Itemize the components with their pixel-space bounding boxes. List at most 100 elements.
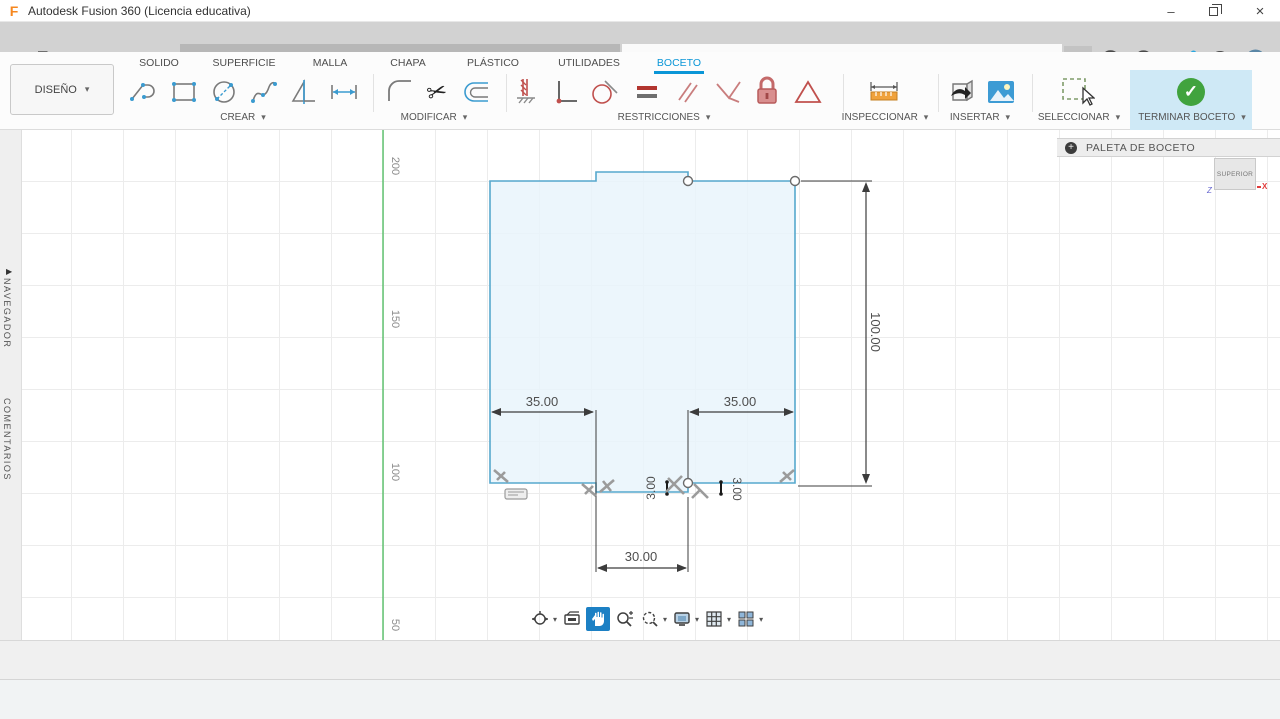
zoom-window-icon [642,611,658,627]
viewports-button[interactable] [734,607,758,631]
pan-hand-icon [592,611,605,626]
tab-plastico[interactable]: PLÁSTICO [460,54,526,72]
axis-z-label: Z [1207,186,1212,195]
select-icon [1062,78,1095,106]
equal-constraint-icon [637,86,657,98]
constraint-perpendicular[interactable] [548,74,584,110]
expand-plus-icon[interactable]: + [1065,141,1077,154]
tab-chapa[interactable]: CHAPA [380,54,436,72]
check-icon: ✓ [1177,78,1205,106]
tool-fillet[interactable] [382,74,418,110]
sidebar-tab-comentarios[interactable]: COMENTARIOS [2,398,12,481]
tool-line[interactable] [125,74,161,110]
tool-insert-derive[interactable] [943,74,979,110]
tab-solido[interactable]: SOLIDO [130,54,188,72]
chevron-down-icon[interactable]: ▾ [727,615,731,624]
workspace-selector-button[interactable]: DISEÑO ▾ [10,64,114,115]
dimension-width-right[interactable]: 35.00 [724,394,757,409]
pan-button[interactable] [586,607,611,631]
tool-rectangle[interactable] [166,74,202,110]
tool-sketch-dimension[interactable] [326,74,362,110]
group-seleccionar[interactable]: SELECCIONAR ▾ [1034,112,1124,123]
finish-sketch-button[interactable]: ✓ [1173,74,1209,110]
tool-circle[interactable] [206,74,242,110]
dimension-height[interactable]: 100.00 [868,312,883,352]
constraint-tangent[interactable] [587,74,623,110]
dimension-tab-left[interactable]: 3.00 [644,476,658,500]
view-cube[interactable]: SUPERIOR [1214,158,1256,190]
dimension-bottom-width[interactable]: 30.00 [625,549,658,564]
grid-settings-button[interactable] [702,607,726,631]
dimension-width-left[interactable]: 35.00 [526,394,559,409]
group-crear[interactable]: CREAR ▾ [210,112,276,123]
chevron-down-icon: ▾ [923,112,929,122]
timeline-bar: ◀ ◀ ▶ ▶ ▶ [0,640,1280,679]
group-restricciones[interactable]: RESTRICCIONES ▾ [614,112,714,123]
tool-spline[interactable] [246,74,282,110]
tool-offset[interactable] [458,74,494,110]
tangent-constraint-icon [592,80,618,104]
perpendicular-glyph[interactable] [581,483,597,497]
dimension-arrow [597,564,607,572]
tool-measure[interactable] [866,74,902,110]
fusion360-window: F Autodesk Fusion 360 (Licencia educativ… [0,0,1280,719]
constraint-polygon[interactable] [790,74,826,110]
title-bar: F Autodesk Fusion 360 (Licencia educativ… [0,0,1280,22]
lock-icon [757,76,777,104]
chevron-down-icon: ▾ [261,112,266,122]
group-modificar[interactable]: MODIFICAR ▾ [392,112,476,123]
ruler-label: 200 [389,157,401,175]
tool-trim[interactable]: ✂ [419,74,455,110]
zoom-button[interactable] [612,607,636,631]
chevron-down-icon[interactable]: ▾ [553,615,557,624]
minimize-button[interactable]: – [1154,0,1188,22]
tab-malla[interactable]: MALLA [300,54,360,72]
sketch-drawing: 200 150 100 50 100.00 35.00 35.00 30.00 … [382,130,883,640]
sidebar-tab-navegador[interactable]: NAVEGADOR [2,278,12,348]
close-window-button[interactable]: × [1240,0,1280,22]
minimize-icon: – [1167,3,1175,19]
ruler-label: 100 [389,463,401,481]
tool-mirror[interactable] [286,74,322,110]
tab-superficie[interactable]: SUPERFICIE [206,54,282,72]
tab-utilidades[interactable]: UTILIDADES [552,54,626,72]
circle-tool-icon [213,81,235,103]
group-separator [373,74,374,112]
axis-x-tick [1257,186,1261,188]
chevron-down-icon[interactable]: ▾ [695,615,699,624]
sketch-point[interactable] [789,175,801,187]
group-terminar-boceto[interactable]: TERMINAR BOCETO ▾ [1134,112,1250,123]
constraint-fix[interactable] [508,74,544,110]
orbit-button[interactable] [528,607,552,631]
view-cube-face-label[interactable]: SUPERIOR [1217,171,1253,178]
chevron-down-icon: ▾ [705,112,711,122]
keyboard-icon [504,488,528,500]
offset-tool-icon [464,82,488,102]
tool-select[interactable] [1059,74,1095,110]
sketch-point[interactable] [682,477,694,489]
restore-button[interactable] [1196,0,1230,22]
sketch-profile[interactable] [489,171,796,493]
sketch-palette-header[interactable]: + PALETA DE BOCETO [1057,138,1280,157]
chevron-down-icon[interactable]: ▾ [759,615,763,624]
dimension-tab-right[interactable]: 3.00 [730,477,744,501]
group-inspeccionar[interactable]: INSPECCIONAR ▾ [838,112,932,123]
constraint-equal[interactable] [629,74,665,110]
chevron-down-icon[interactable]: ▾ [663,615,667,624]
zoom-icon [617,611,634,627]
tool-insert-image[interactable] [983,74,1019,110]
zoom-window-button[interactable] [638,607,662,631]
display-settings-button[interactable] [670,607,694,631]
sketch-point[interactable] [682,175,694,187]
tab-boceto[interactable]: BOCETO [652,54,706,72]
dimension-arrow [719,492,723,496]
constraint-midpoint[interactable] [710,74,746,110]
dimension-tool-icon [331,85,357,99]
look-at-button[interactable] [560,607,584,631]
collinear-glyph[interactable] [691,483,709,499]
group-insertar[interactable]: INSERTAR ▾ [942,112,1018,123]
sketch-palette-title: PALETA DE BOCETO [1086,141,1196,154]
constraint-lock[interactable] [749,74,785,110]
ruler-label: 50 [389,619,401,631]
constraint-parallel[interactable] [670,74,706,110]
